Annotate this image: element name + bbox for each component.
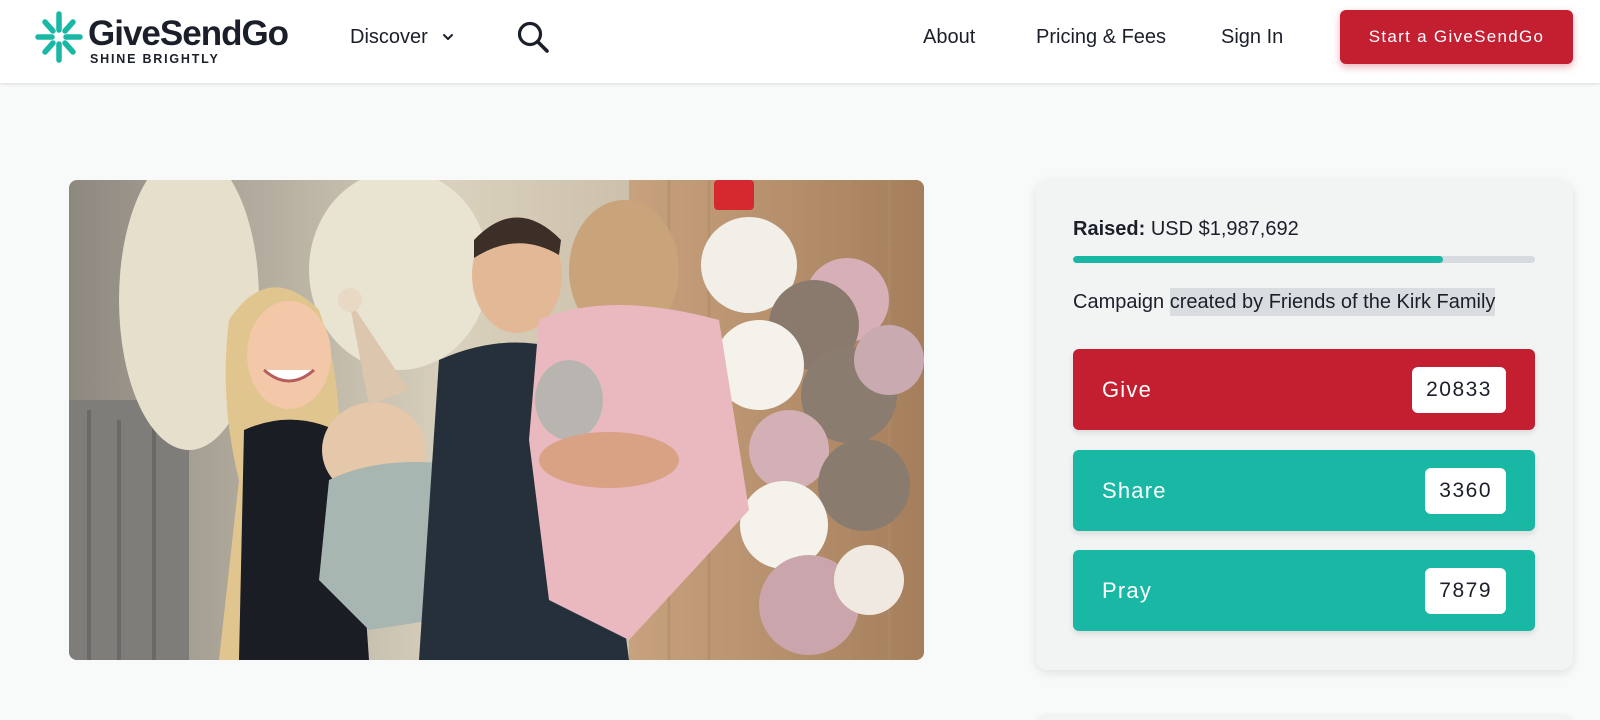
next-card-edge	[1036, 716, 1573, 720]
nav-about[interactable]: About	[923, 22, 975, 52]
share-count: 3360	[1425, 467, 1506, 514]
funding-progress-bar	[1073, 256, 1535, 263]
logo-tagline: SHINE BRIGHTLY	[90, 52, 220, 66]
family-photo-illustration	[69, 180, 924, 660]
creator-prefix: Campaign	[1073, 291, 1165, 313]
nav-discover[interactable]: Discover	[350, 22, 456, 52]
creator-name[interactable]: Friends of the Kirk Family	[1269, 291, 1496, 313]
funding-progress-fill	[1073, 256, 1443, 263]
search-icon[interactable]	[516, 20, 550, 54]
raised-label: Raised:	[1073, 218, 1146, 240]
raised-value: USD $1,987,692	[1150, 218, 1299, 240]
logo[interactable]: GiveSendGo SHINE BRIGHTLY	[34, 10, 294, 66]
creator-highlight: created by Friends of the Kirk Family	[1169, 288, 1496, 316]
nav-signin[interactable]: Sign In	[1221, 22, 1283, 52]
campaign-photo	[69, 180, 924, 660]
logo-wordmark: GiveSendGo	[88, 14, 289, 53]
pray-count: 7879	[1425, 567, 1506, 614]
nav-pricing[interactable]: Pricing & Fees	[1036, 22, 1166, 52]
pray-button[interactable]: Pray 7879	[1073, 550, 1535, 631]
campaign-summary-card: Raised: USD $1,987,692 Campaign created …	[1036, 180, 1573, 670]
campaign-creator: Campaign created by Friends of the Kirk …	[1073, 288, 1496, 316]
creator-mid: created by	[1169, 291, 1264, 313]
pray-label: Pray	[1102, 577, 1153, 603]
sparkle-logo-icon	[35, 11, 83, 63]
chevron-down-icon	[442, 34, 453, 40]
nav-discover-label: Discover	[350, 25, 428, 48]
raised-amount: Raised: USD $1,987,692	[1073, 218, 1299, 241]
give-label: Give	[1102, 376, 1153, 402]
give-count: 20833	[1412, 366, 1506, 413]
share-button[interactable]: Share 3360	[1073, 450, 1535, 531]
share-label: Share	[1102, 477, 1167, 503]
start-campaign-button[interactable]: Start a GiveSendGo	[1340, 10, 1573, 64]
give-button[interactable]: Give 20833	[1073, 349, 1535, 430]
site-header: GiveSendGo SHINE BRIGHTLY Discover About…	[0, 0, 1600, 83]
